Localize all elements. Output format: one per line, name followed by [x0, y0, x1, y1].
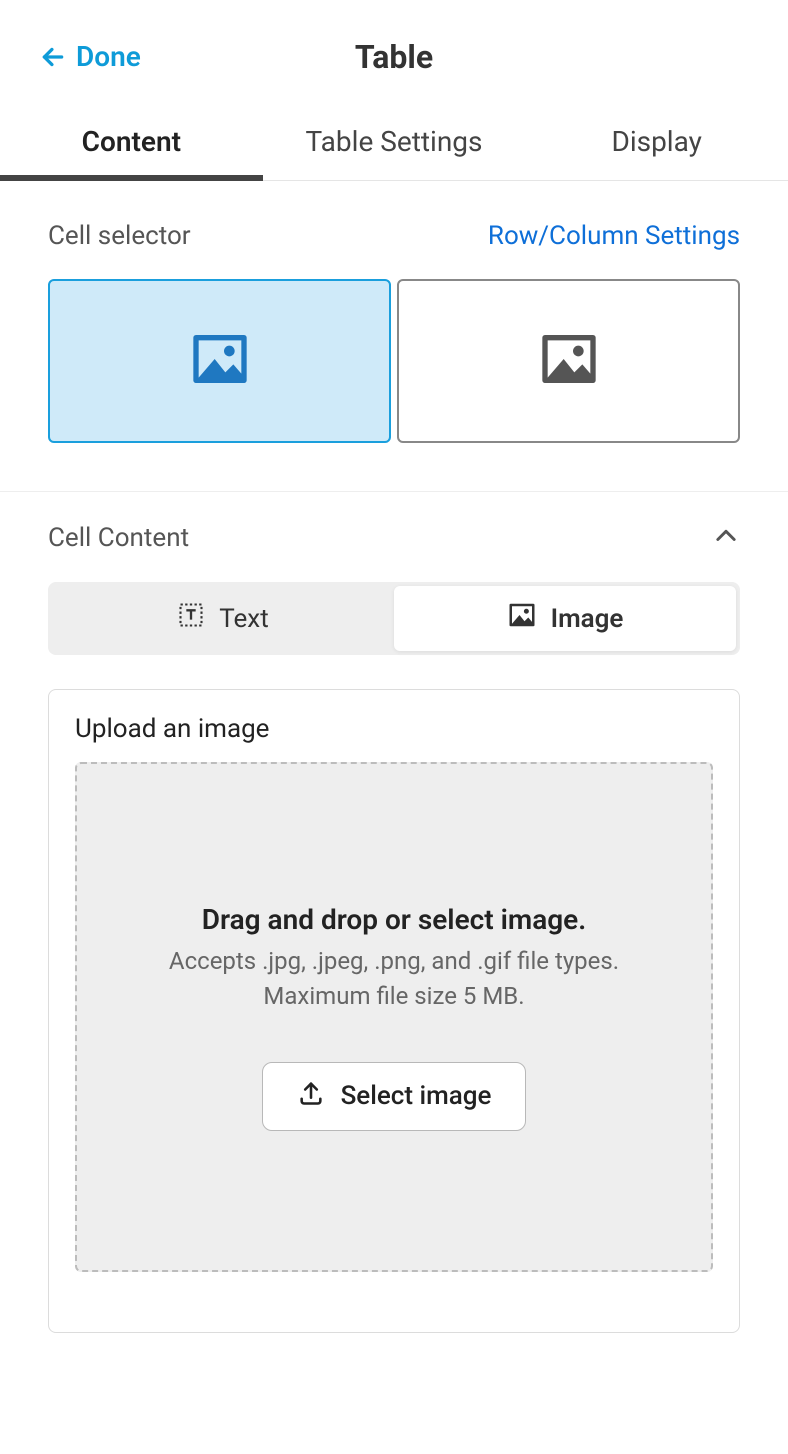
tab-display-label: Display: [611, 125, 701, 158]
cell-2[interactable]: [397, 279, 740, 443]
image-icon: [507, 600, 537, 637]
back-arrow-icon: [40, 44, 66, 70]
chevron-up-icon: [712, 522, 740, 554]
tabs: Content Table Settings Display: [0, 103, 788, 181]
cell-content-label: Cell Content: [48, 523, 189, 553]
text-icon: [177, 601, 205, 636]
select-image-label: Select image: [341, 1081, 492, 1111]
done-label: Done: [76, 40, 141, 73]
tab-content[interactable]: Content: [0, 103, 263, 180]
tab-display[interactable]: Display: [525, 103, 788, 180]
image-icon: [188, 327, 252, 395]
cell-selector-label: Cell selector: [48, 221, 191, 251]
tab-table-settings[interactable]: Table Settings: [263, 103, 526, 180]
cell-selector-row: [48, 279, 740, 443]
segment-image[interactable]: Image: [394, 586, 736, 651]
header: Done Table: [0, 0, 788, 103]
dropzone[interactable]: Drag and drop or select image. Accepts .…: [75, 762, 713, 1272]
tab-content-label: Content: [82, 125, 181, 158]
content-type-segmented: Text Image: [48, 582, 740, 655]
done-button[interactable]: Done: [40, 40, 141, 73]
tab-settings-label: Table Settings: [306, 125, 483, 158]
upload-icon: [297, 1079, 325, 1114]
cell-selector-head: Cell selector Row/Column Settings: [48, 221, 740, 251]
cell-content-toggle[interactable]: Cell Content: [48, 522, 740, 554]
dropzone-main-text: Drag and drop or select image.: [202, 903, 586, 936]
page-title: Table: [355, 38, 433, 76]
dropzone-sub-line2: Maximum file size 5 MB.: [263, 982, 524, 1010]
dropzone-sub-line1: Accepts .jpg, .jpeg, .png, and .gif file…: [169, 947, 619, 975]
cell-selector-section: Cell selector Row/Column Settings: [0, 181, 788, 492]
image-icon: [537, 327, 601, 395]
row-column-settings-link[interactable]: Row/Column Settings: [488, 221, 740, 251]
upload-card: Upload an image Drag and drop or select …: [48, 689, 740, 1333]
segment-image-label: Image: [551, 604, 624, 634]
cell-1[interactable]: [48, 279, 391, 443]
select-image-button[interactable]: Select image: [262, 1062, 527, 1131]
segment-text-label: Text: [219, 604, 268, 634]
upload-title: Upload an image: [75, 714, 713, 744]
dropzone-sub-text: Accepts .jpg, .jpeg, .png, and .gif file…: [169, 944, 619, 1014]
segment-text[interactable]: Text: [52, 586, 394, 651]
cell-content-panel: Cell Content Text Image: [0, 492, 788, 1393]
